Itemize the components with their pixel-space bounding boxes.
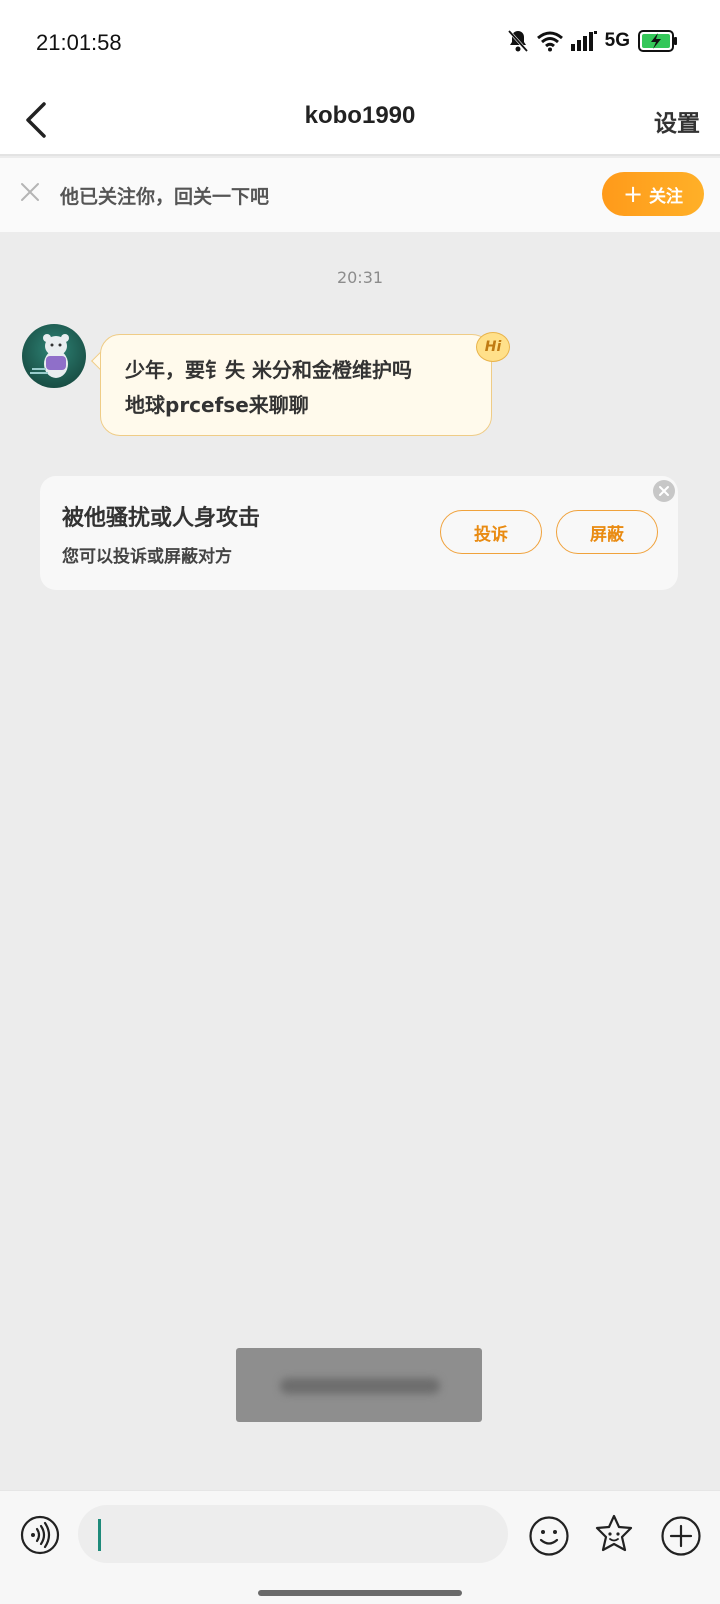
page-title: kobo1990 (304, 102, 416, 129)
follow-button[interactable]: + 关注 (602, 172, 704, 216)
settings-button[interactable]: 设置 (654, 104, 700, 138)
report-card-subtitle: 您可以投诉或屏蔽对方 (62, 547, 232, 567)
block-button[interactable]: 屏蔽 (556, 510, 658, 554)
close-icon (21, 183, 39, 201)
card-close-button[interactable] (653, 480, 675, 502)
network-label: 5G (604, 30, 630, 51)
plus-icon: + (622, 180, 644, 208)
toast (236, 1348, 482, 1422)
message-line: 少年，要钅失 米分和金橙维护吗 (125, 358, 412, 382)
mute-bell-icon (507, 29, 528, 53)
follow-button-label: 关注 (649, 186, 684, 207)
status-bar: 21:01:58 5G (0, 0, 720, 84)
emoji-button[interactable] (528, 1515, 570, 1557)
voice-icon (20, 1515, 60, 1555)
report-block-card: 被他骚扰或人身攻击 您可以投诉或屏蔽对方 投诉 屏蔽 (40, 476, 678, 590)
plus-circle-icon (661, 1516, 701, 1556)
report-button[interactable]: 投诉 (440, 510, 542, 554)
banner-text: 他已关注你，回关一下吧 (60, 186, 270, 208)
wifi-icon (536, 31, 563, 52)
message-input[interactable] (78, 1505, 508, 1563)
toast-text-blurred (280, 1378, 440, 1394)
close-icon (659, 486, 669, 496)
battery-charging-icon (638, 30, 677, 52)
nav-bar: kobo1990 设置 (0, 84, 720, 156)
input-bar (0, 1490, 720, 1604)
message-bubble[interactable]: 少年，要钅失 米分和金橙维护吗 地球prcefse来聊聊 (100, 334, 492, 436)
voice-button[interactable] (20, 1515, 60, 1555)
signal-icon (570, 31, 597, 51)
report-card-title: 被他骚扰或人身攻击 (62, 506, 261, 531)
avatar[interactable] (22, 324, 86, 388)
sticker-icon (595, 1514, 633, 1552)
more-button[interactable] (660, 1515, 702, 1557)
banner-close-button[interactable] (18, 180, 42, 204)
chat-time-separator: 20:31 (336, 268, 384, 287)
status-time: 21:01:58 (36, 30, 122, 55)
text-caret (98, 1519, 101, 1551)
emoji-icon (529, 1516, 569, 1556)
follow-back-banner: 他已关注你，回关一下吧 + 关注 (0, 158, 720, 232)
home-indicator (258, 1590, 462, 1596)
status-icons: 5G (507, 26, 678, 56)
sticker-button[interactable] (592, 1513, 636, 1557)
message-line: 地球prcefse来聊聊 (125, 393, 309, 417)
hi-badge: Hi (476, 332, 510, 362)
avatar-image (30, 334, 69, 378)
